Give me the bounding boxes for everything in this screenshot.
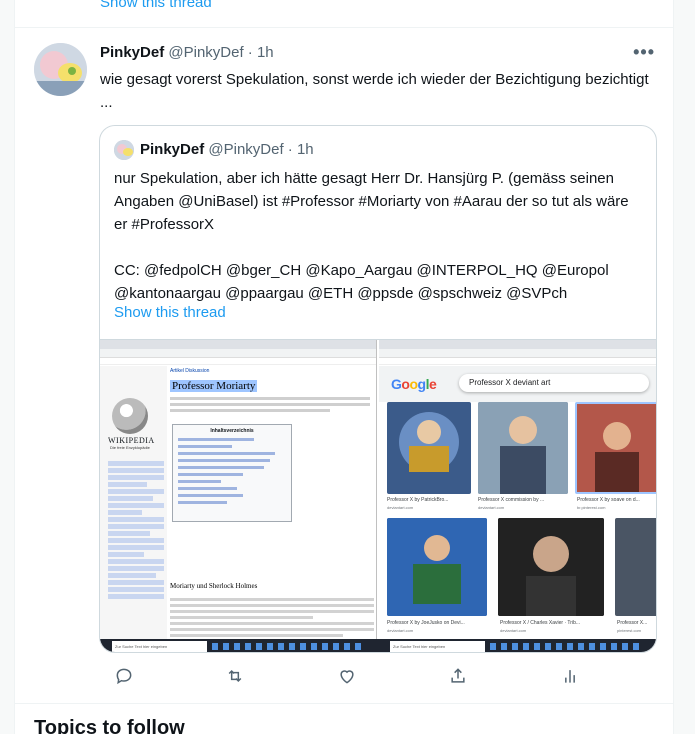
result-caption-2: Professor X commission by ...: [478, 497, 545, 503]
browser-urlbar: [100, 349, 376, 358]
tweet-text: wie gesagt vorerst Spekulation, sonst we…: [100, 71, 649, 111]
wiki-logo-word: WIKIPEDIA: [108, 436, 155, 445]
wiki-logo-sub: Die freie Enzyklopädie: [110, 445, 150, 450]
separator-dot: ·: [287, 141, 293, 158]
quoted-tweet[interactable]: PinkyDef @PinkyDef · 1h nur Spekulation,…: [99, 125, 657, 653]
result-image-3: [575, 402, 656, 494]
browser-bookmarks: [379, 358, 656, 365]
browser-urlbar: [379, 349, 656, 358]
avatar[interactable]: [34, 43, 87, 96]
wiki-body: [170, 598, 374, 640]
wiki-tabs: Artikel Diskussion: [170, 368, 210, 374]
browser-tabbar: [100, 340, 376, 349]
author-handle[interactable]: @PinkyDef: [168, 44, 243, 61]
result-image-1: [387, 402, 471, 494]
tweet-time[interactable]: 1h: [257, 44, 274, 61]
result-source-5: deviantart.com: [500, 628, 527, 633]
result-caption-3: Professor X by soave on d...: [577, 497, 640, 503]
result-caption-1: Professor X by PatrickBro...: [387, 497, 449, 503]
result-source-3: br.pinterest.com: [577, 505, 606, 510]
show-thread-link[interactable]: Show this thread: [114, 304, 226, 321]
taskbar-icons-2: [490, 643, 640, 650]
like-icon[interactable]: [337, 666, 361, 690]
share-icon[interactable]: [448, 666, 472, 690]
wiki-nav-links: [108, 461, 164, 601]
result-image-6: [615, 518, 656, 616]
divider: [15, 27, 673, 28]
wiki-sidebar: WIKIPEDIA Die freie Enzyklopädie: [100, 366, 167, 640]
google-search-box: Professor X deviant art: [459, 374, 649, 392]
wiki-toc: Inhaltsverzeichnis: [172, 424, 292, 522]
windows-taskbar: Zur Suche Text hier eingeben Zur Suche T…: [100, 639, 656, 652]
divider: [15, 703, 673, 704]
quoted-author-handle: @PinkyDef: [208, 141, 284, 158]
google-logo: Google: [391, 376, 437, 392]
show-thread-link-top[interactable]: Show this thread: [100, 0, 212, 11]
result-source-4: deviantart.com: [387, 628, 414, 633]
quoted-header: PinkyDef @PinkyDef · 1h: [140, 141, 314, 158]
retweet-icon[interactable]: [225, 666, 249, 690]
wikipedia-pane: WIKIPEDIA Die freie Enzyklopädie Artikel…: [100, 340, 377, 640]
tweet-header: PinkyDef @PinkyDef · 1h: [100, 44, 274, 61]
result-caption-6: Professor X...: [617, 620, 648, 626]
wiki-intro: [170, 397, 370, 415]
result-caption-4: Professor X by JoeJusko on Devi...: [387, 620, 465, 626]
separator-dot: ·: [247, 44, 253, 61]
quoted-avatar: [114, 140, 134, 160]
result-source-2: deviantart.com: [478, 505, 505, 510]
result-source-1: deviantart.com: [387, 505, 414, 510]
wiki-section-heading: Moriarty und Sherlock Holmes: [170, 582, 258, 590]
browser-bookmarks: [100, 358, 376, 365]
more-options-icon[interactable]: •••: [633, 42, 655, 63]
quoted-text: nur Spekulation, aber ich hätte gesagt H…: [114, 170, 629, 302]
wikipedia-globe-icon: [112, 398, 148, 434]
wiki-title: Professor Moriarty: [170, 380, 258, 392]
taskbar-icons: [212, 643, 362, 650]
result-source-6: pinterest.com: [617, 628, 642, 633]
tweet-actions: [100, 666, 575, 690]
wiki-article: Artikel Diskussion Professor Moriarty In…: [170, 366, 376, 640]
author-name[interactable]: PinkyDef: [100, 44, 164, 61]
taskbar-search: Zur Suche Text hier eingeben: [112, 641, 207, 652]
quoted-author-name: PinkyDef: [140, 141, 205, 158]
analytics-icon[interactable]: [560, 666, 584, 690]
result-image-5: [498, 518, 604, 616]
google-pane: Google Professor X deviant art Professor…: [379, 340, 656, 640]
timeline-column: Show this thread PinkyDef @PinkyDef · 1h…: [14, 0, 674, 734]
result-image-4: [387, 518, 487, 616]
reply-icon[interactable]: [114, 666, 138, 690]
result-caption-5: Professor X / Charles Xavier · Trib...: [500, 620, 581, 626]
taskbar-search-2: Zur Suche Text hier eingeben: [390, 641, 485, 652]
topics-heading: Topics to follow: [34, 717, 185, 734]
quoted-time: 1h: [296, 141, 314, 158]
result-image-2: [478, 402, 568, 494]
attached-screenshot[interactable]: WIKIPEDIA Die freie Enzyklopädie Artikel…: [100, 339, 656, 652]
browser-tabbar: [379, 340, 656, 349]
toc-title: Inhaltsverzeichnis: [210, 428, 254, 434]
